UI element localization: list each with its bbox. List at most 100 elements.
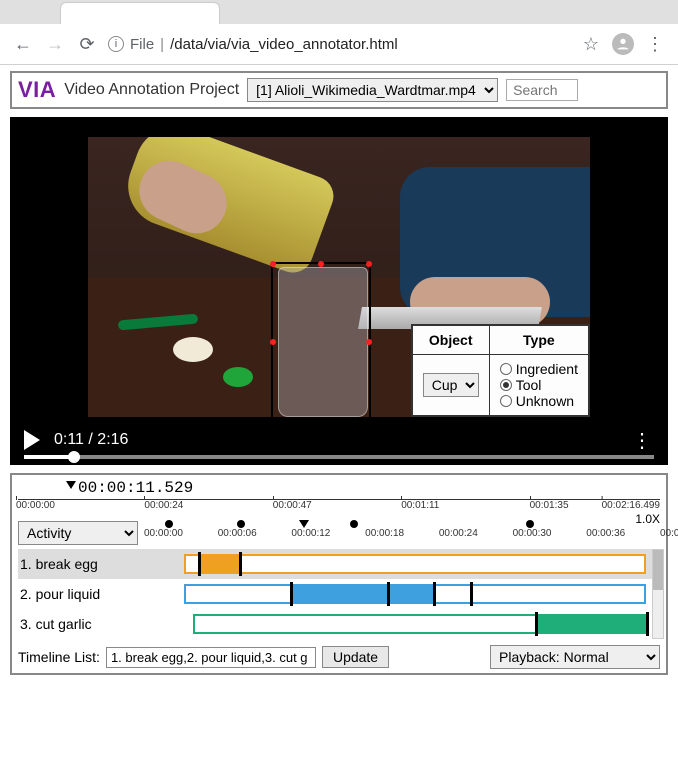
video-player: Object Type Cup Ingredient Tool Unknown — [10, 117, 668, 465]
track-label: 3. cut garlic — [18, 614, 178, 634]
sub-ruler-tick: 00:00:06 — [218, 528, 257, 539]
project-name: Video Annotation Project — [64, 81, 239, 99]
video-controls: 0:11 / 2:16 ⋮ — [10, 415, 668, 465]
playhead-marker-icon — [66, 481, 76, 489]
menu-icon[interactable]: ⋮ — [644, 33, 666, 55]
app-logo: VIA — [18, 77, 56, 103]
reload-icon[interactable]: ⟳ — [76, 33, 98, 55]
region-bbox[interactable] — [271, 262, 371, 417]
track-lane[interactable] — [184, 614, 646, 634]
attribute-selector[interactable]: Activity — [18, 521, 138, 545]
timeline-ruler[interactable]: 00:00:0000:00:2400:00:4700:01:1100:01:35… — [18, 499, 660, 517]
radio-unknown[interactable] — [500, 395, 512, 407]
segment-handle[interactable] — [387, 582, 390, 606]
address-bar[interactable]: i File | /data/via/via_video_annotator.h… — [108, 36, 570, 53]
sub-ruler-tick: 00:00:24 — [439, 528, 478, 539]
radio-label: Tool — [516, 377, 542, 393]
seek-thumb[interactable] — [68, 451, 80, 463]
resize-handle[interactable] — [270, 261, 276, 267]
playback-selector[interactable]: Playback: Normal — [490, 645, 660, 669]
timeline-panel: 00:00:11.529 00:00:0000:00:2400:00:4700:… — [10, 473, 668, 675]
ruler-tick: 00:00:00 — [16, 500, 55, 511]
ruler-tick: 00:01:11 — [401, 500, 439, 511]
forward-icon[interactable]: → — [44, 33, 66, 55]
resize-handle[interactable] — [366, 261, 372, 267]
url-prefix: File — [130, 36, 154, 53]
resize-handle[interactable] — [366, 339, 372, 345]
ruler-tick: 00:00:24 — [144, 500, 183, 511]
video-frame[interactable]: Object Type Cup Ingredient Tool Unknown — [88, 137, 590, 417]
seek-fill — [24, 455, 74, 459]
play-button[interactable] — [24, 430, 40, 450]
vertical-scrollbar[interactable] — [652, 549, 664, 639]
object-select[interactable]: Cup — [423, 373, 479, 397]
timeline-list-input[interactable] — [106, 647, 316, 668]
segment-fill[interactable] — [198, 554, 240, 574]
keyframe-dot[interactable] — [237, 520, 245, 528]
region-attribute-panel: Object Type Cup Ingredient Tool Unknown — [411, 324, 590, 417]
segment-fill[interactable] — [290, 584, 433, 604]
ruler-tick: 00:01:35 — [530, 500, 569, 511]
radio-ingredient[interactable] — [500, 363, 512, 375]
url-path: /data/via/via_video_annotator.html — [170, 36, 398, 53]
segment-outline[interactable] — [184, 554, 646, 574]
attribute-row: Activity 1.0X 00:00:0000:00:0600:00:1200… — [18, 521, 660, 545]
playhead-time: 00:00:11.529 — [78, 479, 660, 497]
timeline-tracks: 1. break egg 2. pour liquid 3. cut garlic — [18, 549, 660, 639]
segment-handle[interactable] — [290, 582, 293, 606]
resize-handle[interactable] — [270, 339, 276, 345]
radio-label: Unknown — [516, 393, 574, 409]
keyframe-dot[interactable] — [165, 520, 173, 528]
browser-chrome: ← → ⟳ i File | /data/via/via_video_annot… — [0, 0, 678, 65]
track-label: 1. break egg — [18, 554, 178, 574]
segment-fill[interactable] — [535, 614, 646, 634]
url-separator: | — [160, 36, 164, 53]
playhead-arrow-icon[interactable] — [299, 520, 309, 528]
app-topbar: VIA Video Annotation Project [1] Alioli_… — [10, 71, 668, 109]
video-more-icon[interactable]: ⋮ — [632, 428, 654, 453]
ruler-tick: 00:02:16.499 — [602, 500, 660, 511]
update-button[interactable]: Update — [322, 646, 389, 668]
search-input[interactable] — [506, 79, 578, 101]
timeline-list-label: Timeline List: — [18, 649, 100, 665]
sub-ruler-tick: 00:00:00 — [144, 528, 183, 539]
sub-ruler-tick: 00:00:36 — [586, 528, 625, 539]
video-timecode: 0:11 / 2:16 — [54, 431, 128, 449]
back-icon[interactable]: ← — [12, 33, 34, 55]
file-selector[interactable]: [1] Alioli_Wikimedia_Wardtmar.mp4 — [247, 78, 498, 102]
keyframe-dot[interactable] — [526, 520, 534, 528]
timeline-track[interactable]: 1. break egg — [18, 549, 660, 579]
profile-avatar[interactable] — [612, 33, 634, 55]
segment-handle[interactable] — [433, 582, 436, 606]
seek-bar[interactable] — [24, 455, 654, 459]
browser-toolbar: ← → ⟳ i File | /data/via/via_video_annot… — [0, 24, 678, 64]
sub-ruler-tick: 00:00:30 — [513, 528, 552, 539]
keyframe-dot[interactable] — [350, 520, 358, 528]
app-root: VIA Video Annotation Project [1] Alioli_… — [0, 65, 678, 681]
resize-handle[interactable] — [318, 261, 324, 267]
segment-handle[interactable] — [646, 612, 649, 636]
radio-tool[interactable] — [500, 379, 512, 391]
segment-handle[interactable] — [239, 552, 242, 576]
track-lane[interactable] — [184, 554, 646, 574]
timeline-track[interactable]: 3. cut garlic — [18, 609, 660, 639]
tab-strip — [0, 0, 678, 24]
playback-speed: 1.0X — [635, 512, 660, 526]
segment-handle[interactable] — [470, 582, 473, 606]
timeline-track[interactable]: 2. pour liquid — [18, 579, 660, 609]
segment-handle[interactable] — [198, 552, 201, 576]
track-label: 2. pour liquid — [18, 584, 178, 604]
radio-label: Ingredient — [516, 361, 578, 377]
browser-tab[interactable] — [60, 2, 220, 24]
timeline-bottom-row: Timeline List: Update Playback: Normal — [18, 645, 660, 669]
type-radio-group: Ingredient Tool Unknown — [489, 355, 589, 417]
type-header: Type — [489, 325, 589, 355]
sub-ruler-tick: 00:00:12 — [291, 528, 330, 539]
star-icon[interactable]: ☆ — [580, 33, 602, 55]
info-icon: i — [108, 36, 124, 52]
sub-ruler[interactable]: 1.0X 00:00:0000:00:0600:00:1200:00:1800:… — [144, 524, 660, 542]
sub-ruler-tick: 00:00:18 — [365, 528, 404, 539]
scrollbar-thumb[interactable] — [653, 550, 663, 590]
track-lane[interactable] — [184, 584, 646, 604]
segment-handle[interactable] — [535, 612, 538, 636]
